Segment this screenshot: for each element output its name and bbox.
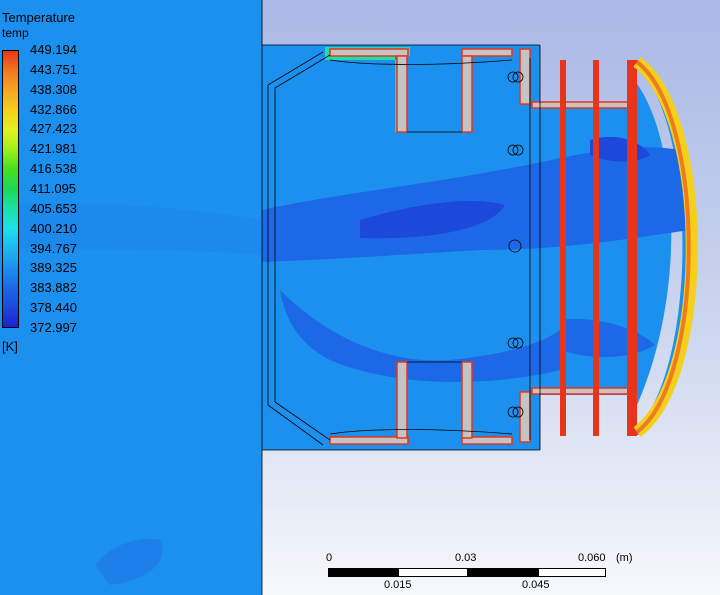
legend-tick-1: 443.751 (30, 61, 77, 77)
scale-segment-3 (468, 568, 538, 577)
length-scale-bar: 0 0.03 0.060 (m) 0.015 0.045 (320, 548, 633, 593)
scale-label-0-045: 0.045 (522, 579, 550, 591)
legend-tick-4: 427.423 (30, 121, 77, 137)
legend-variable: temp (2, 26, 29, 40)
upper-left-fin (396, 55, 408, 133)
heater-plate-1 (560, 60, 566, 436)
legend-tick-13: 378.440 (30, 300, 77, 316)
upper-side-post (519, 48, 531, 105)
legend-tick-14: 372.997 (30, 320, 77, 335)
legend-tick-2: 438.308 (30, 81, 77, 97)
lower-side-post (519, 391, 531, 443)
legend-tick-5: 421.981 (30, 141, 77, 157)
temperature-contour-plot[interactable] (0, 0, 720, 595)
scale-label-0-03: 0.03 (455, 552, 477, 564)
heater-plate-2 (593, 60, 599, 436)
legend-tick-12: 383.882 (30, 280, 77, 296)
legend-tick-0: 449.194 (30, 42, 77, 57)
legend-unit: [K] (2, 339, 18, 354)
legend-tick-10: 394.767 (30, 240, 77, 256)
scale-label-0-060: 0.060 (578, 552, 606, 564)
legend-tick-11: 389.325 (30, 260, 77, 276)
color-legend[interactable]: Temperature temp 449.194 443.751 438.308 43… (0, 10, 100, 360)
upper-left-plate (329, 48, 409, 57)
legend-tick-9: 400.210 (30, 220, 77, 236)
heater-plate-3 (627, 60, 637, 436)
upper-right-fin (461, 55, 473, 133)
legend-color-bar (2, 50, 19, 328)
lower-left-fin (396, 361, 408, 439)
legend-tick-7: 411.095 (30, 181, 77, 196)
scale-unit: (m) (616, 552, 633, 564)
legend-tick-6: 416.538 (30, 161, 77, 177)
upper-heater-bridge (531, 101, 631, 109)
scale-segment-4 (538, 568, 606, 577)
scale-label-0-015: 0.015 (384, 579, 412, 591)
scale-segment-1 (328, 568, 398, 577)
upper-right-plate (461, 48, 513, 57)
legend-tick-8: 405.653 (30, 200, 77, 216)
legend-title: Temperature (2, 10, 75, 25)
scale-segment-2 (398, 568, 468, 577)
lower-heater-bridge (531, 387, 631, 395)
legend-tick-3: 432.866 (30, 101, 77, 117)
scale-label-0: 0 (326, 552, 333, 564)
lower-right-fin (461, 361, 473, 439)
